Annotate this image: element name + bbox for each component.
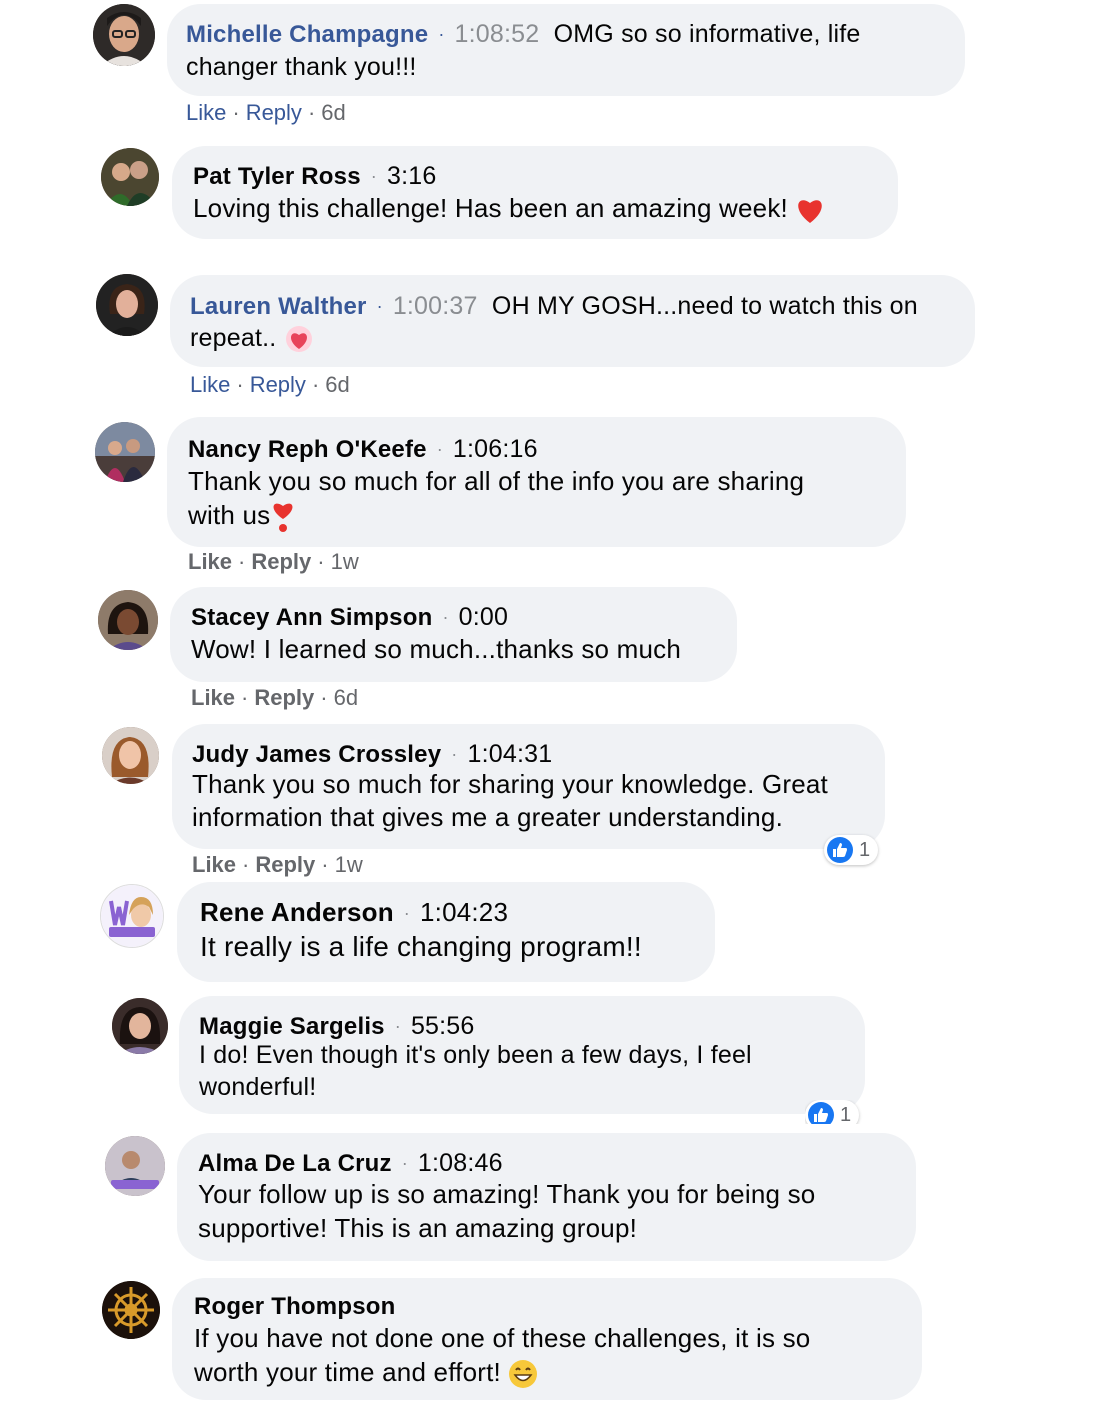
like-button[interactable]: Like bbox=[186, 100, 226, 125]
reaction-number: 1 bbox=[840, 1103, 852, 1125]
sparkling-heart-emoji-icon bbox=[285, 326, 312, 353]
author-name[interactable]: Michelle Champagne bbox=[186, 21, 428, 48]
thumbs-up-icon bbox=[827, 837, 853, 863]
author-name[interactable]: Nancy Reph O'Keefe bbox=[188, 436, 427, 463]
avatar[interactable] bbox=[100, 884, 164, 948]
comment-text: Thank you so much for all of the info yo… bbox=[188, 466, 805, 496]
timestamp[interactable]: 55:56 bbox=[411, 1012, 475, 1040]
avatar[interactable] bbox=[112, 998, 168, 1054]
heart-exclamation-emoji-icon bbox=[273, 503, 293, 533]
like-button[interactable]: Like bbox=[190, 372, 230, 397]
comment-age[interactable]: 1w bbox=[331, 549, 359, 574]
like-button[interactable]: Like bbox=[191, 685, 235, 710]
comment-text: worth your time and effort! bbox=[194, 1357, 501, 1387]
timestamp[interactable]: 1:08:52 bbox=[455, 20, 540, 48]
reply-button[interactable]: Reply bbox=[251, 549, 311, 574]
timestamp[interactable]: 1:00:37 bbox=[393, 292, 478, 320]
separator-dot: · bbox=[401, 1153, 408, 1173]
comment-age[interactable]: 6d bbox=[334, 685, 358, 710]
timestamp[interactable]: 1:06:16 bbox=[453, 435, 538, 463]
reaction-number: 1 bbox=[859, 838, 871, 861]
comment-actions: Like · Reply · 6d bbox=[190, 372, 350, 397]
author-name[interactable]: Maggie Sargelis bbox=[199, 1013, 385, 1040]
author-name[interactable]: Roger Thompson bbox=[194, 1293, 395, 1320]
comment-text: Loving this challenge! Has been an amazi… bbox=[193, 193, 788, 223]
author-name[interactable]: Rene Anderson bbox=[200, 897, 394, 927]
avatar[interactable] bbox=[102, 1281, 160, 1339]
separator-dot: · bbox=[438, 24, 445, 44]
comment-text: It really is a life changing program!! bbox=[200, 931, 642, 962]
comment-text: I do! Even though it's only been a few d… bbox=[199, 1041, 752, 1069]
author-name[interactable]: Pat Tyler Ross bbox=[193, 163, 361, 190]
timestamp[interactable]: 1:04:31 bbox=[467, 740, 552, 768]
separator-dot: · bbox=[451, 744, 458, 764]
separator-dot: · bbox=[436, 439, 443, 459]
timestamp[interactable]: 3:16 bbox=[387, 162, 436, 190]
like-button[interactable]: Like bbox=[188, 549, 232, 574]
comment-age[interactable]: 1w bbox=[335, 852, 363, 877]
comment-text: repeat.. bbox=[190, 324, 277, 352]
comment-age[interactable]: 6d bbox=[325, 372, 349, 397]
avatar[interactable] bbox=[96, 274, 158, 336]
comment-text: wonderful! bbox=[199, 1073, 317, 1101]
reply-button[interactable]: Reply bbox=[255, 852, 315, 877]
comment-actions: Like · Reply · 1w bbox=[188, 549, 359, 574]
reaction-count[interactable]: 1 bbox=[824, 835, 879, 865]
heart-emoji-icon bbox=[798, 200, 823, 224]
grinning-emoji-icon bbox=[509, 1360, 538, 1389]
separator-dot: · bbox=[370, 166, 377, 186]
separator-dot: · bbox=[442, 607, 449, 627]
reply-button[interactable]: Reply bbox=[250, 372, 306, 397]
comment-actions: Like · Reply · 6d bbox=[186, 100, 346, 125]
thumbs-up-icon bbox=[808, 1102, 834, 1124]
avatar[interactable] bbox=[98, 590, 158, 650]
comment-text: with us bbox=[188, 500, 271, 530]
comment-text: changer thank you!!! bbox=[186, 53, 417, 81]
like-button[interactable]: Like bbox=[192, 852, 236, 877]
separator-dot: · bbox=[403, 903, 410, 923]
comment-age[interactable]: 6d bbox=[321, 100, 345, 125]
comment-text: OMG so so informative, life bbox=[553, 20, 861, 48]
timestamp[interactable]: 0:00 bbox=[459, 603, 508, 631]
comment-text: If you have not done one of these challe… bbox=[194, 1323, 811, 1353]
comment-actions: Like · Reply · 1w bbox=[192, 852, 363, 877]
comment-text: Your follow up is so amazing! Thank you … bbox=[198, 1179, 816, 1209]
comment-text: OH MY GOSH...need to watch this on bbox=[491, 292, 918, 320]
comment-text: information that gives me a greater unde… bbox=[192, 802, 784, 832]
avatar[interactable] bbox=[102, 727, 159, 784]
timestamp[interactable]: 1:04:23 bbox=[420, 897, 508, 927]
comment-text: supportive! This is an amazing group! bbox=[198, 1213, 638, 1243]
comment-text: Thank you so much for sharing your knowl… bbox=[192, 769, 828, 799]
reply-button[interactable]: Reply bbox=[254, 685, 314, 710]
separator-dot: · bbox=[394, 1016, 401, 1036]
avatar[interactable] bbox=[95, 422, 155, 482]
author-name[interactable]: Lauren Walther bbox=[190, 293, 367, 320]
comment-text: Wow! I learned so much...thanks so much bbox=[191, 634, 681, 664]
timestamp[interactable]: 1:08:46 bbox=[418, 1149, 503, 1177]
comment-actions: Like · Reply · 6d bbox=[191, 685, 359, 710]
author-name[interactable]: Alma De La Cruz bbox=[198, 1150, 392, 1177]
avatar[interactable] bbox=[93, 4, 155, 66]
author-name[interactable]: Judy James Crossley bbox=[192, 741, 441, 768]
avatar[interactable] bbox=[105, 1136, 165, 1196]
author-name[interactable]: Stacey Ann Simpson bbox=[191, 604, 432, 631]
avatar[interactable] bbox=[101, 148, 159, 206]
reply-button[interactable]: Reply bbox=[246, 100, 302, 125]
separator-dot: · bbox=[376, 296, 383, 316]
reaction-count[interactable]: 1 bbox=[805, 1100, 860, 1125]
